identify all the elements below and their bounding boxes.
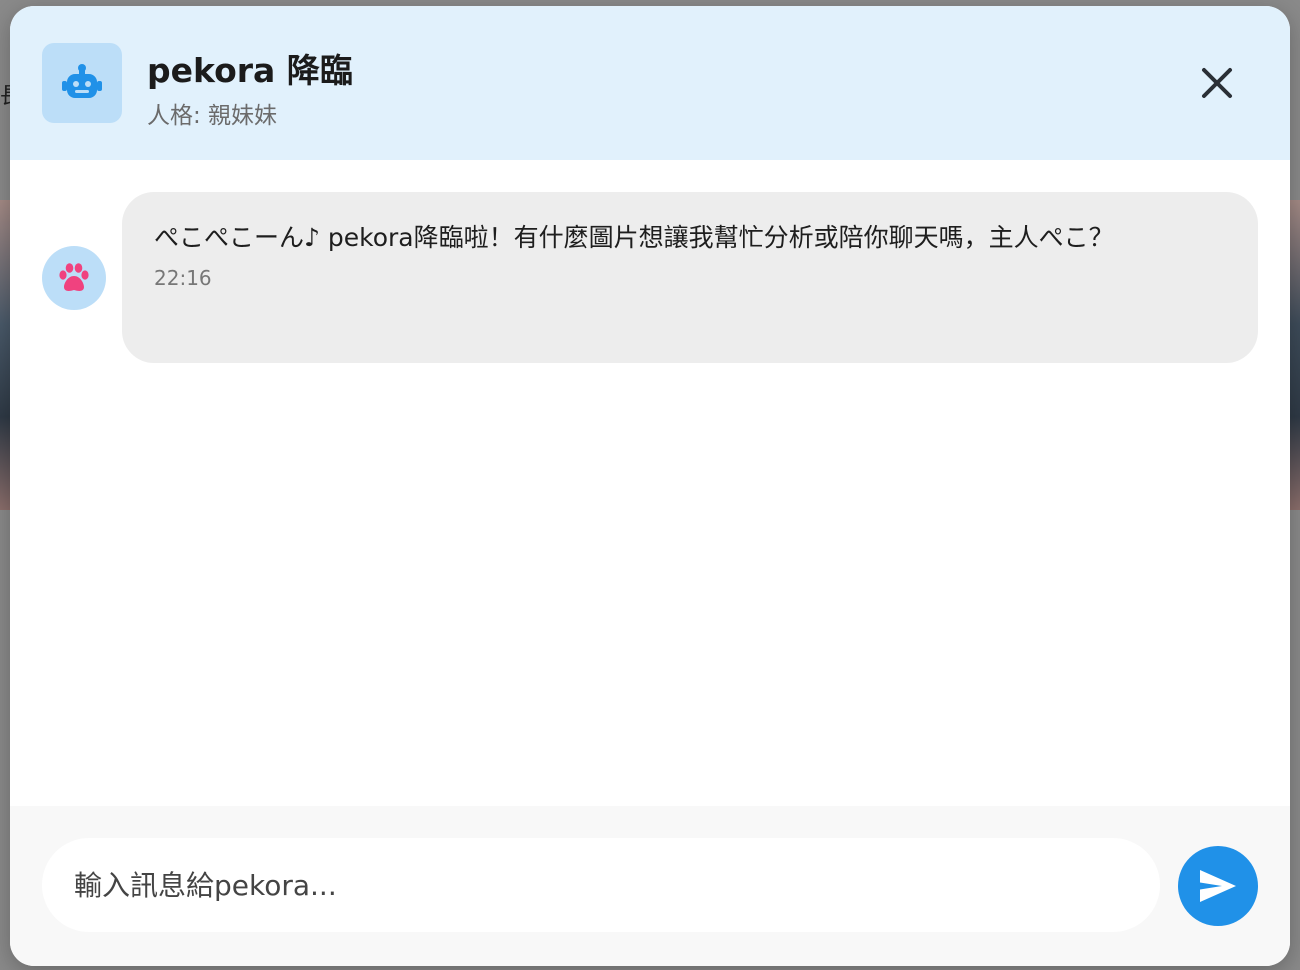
send-icon: [1200, 870, 1236, 902]
message-list[interactable]: ぺこぺこーん♪ pekora降臨啦！有什麼圖片想讓我幫忙分析或陪你聊天嗎，主人ぺ…: [10, 160, 1290, 806]
robot-icon: [42, 43, 122, 123]
background-text-fragment: 長: [0, 78, 10, 110]
close-icon: [1202, 68, 1232, 98]
message-bubble: ぺこぺこーん♪ pekora降臨啦！有什麼圖片想讓我幫忙分析或陪你聊天嗎，主人ぺ…: [122, 192, 1258, 363]
send-button[interactable]: [1178, 846, 1258, 926]
background-artwork-right: [1290, 200, 1300, 510]
background-artwork-left: [0, 200, 10, 510]
chat-dialog: pekora 降臨 人格: 親妹妹 ぺこぺこーん♪ pekora降臨啦！有什麼圖…: [10, 6, 1290, 966]
message-timestamp: 22:16: [154, 266, 212, 290]
assistant-avatar: [42, 246, 106, 310]
message-input-container: [42, 838, 1160, 932]
composer-bar: [10, 806, 1290, 966]
paw-icon: [59, 263, 89, 291]
chat-title: pekora 降臨: [147, 51, 353, 90]
close-button[interactable]: [1192, 58, 1242, 108]
message-input[interactable]: [42, 838, 1160, 932]
message-text: ぺこぺこーん♪ pekora降臨啦！有什麼圖片想讓我幫忙分析或陪你聊天嗎，主人ぺ…: [154, 223, 1114, 252]
chat-header: pekora 降臨 人格: 親妹妹: [10, 6, 1290, 160]
persona-label: 人格: 親妹妹: [147, 103, 278, 129]
